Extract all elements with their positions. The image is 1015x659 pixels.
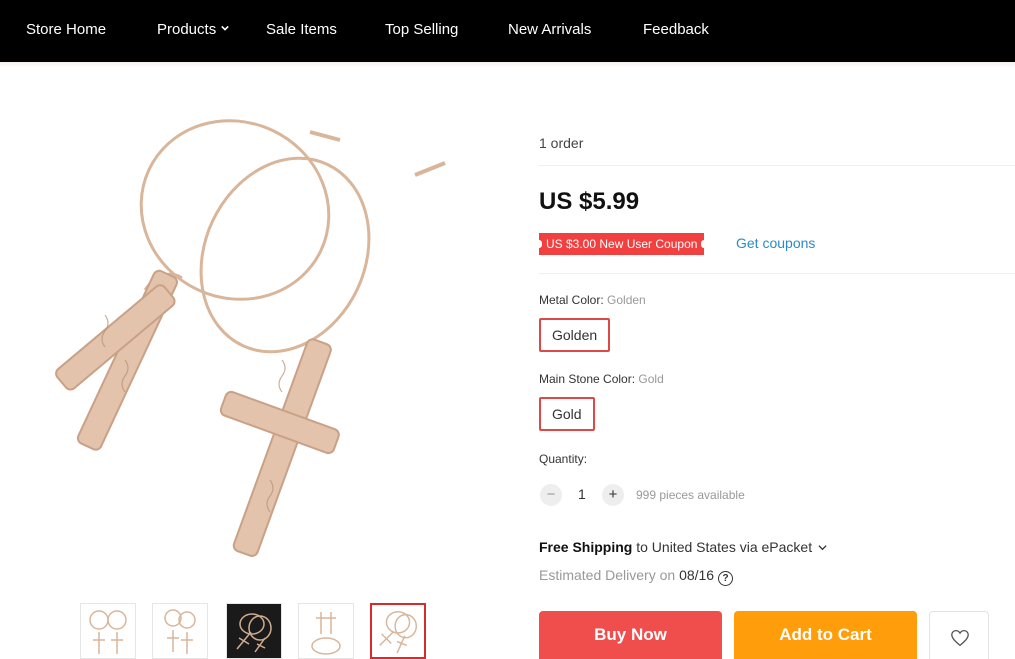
free-shipping-label: Free Shipping	[539, 539, 633, 555]
product-info-panel: 1 order US $5.99 US $3.00 New User Coupo…	[535, 0, 1015, 659]
shipping-info[interactable]: Free Shipping to United States via ePack…	[539, 539, 827, 555]
nav-products-label: Products	[157, 21, 217, 38]
get-coupons-link[interactable]: Get coupons	[736, 235, 815, 251]
delivery-date: 08/16	[679, 567, 715, 583]
wishlist-button[interactable]	[929, 611, 989, 659]
quantity-increase-button[interactable]: +	[602, 484, 624, 506]
main-stone-color-label: Main Stone Color: Gold	[539, 372, 664, 386]
nav-store-home[interactable]: Store Home	[26, 21, 106, 38]
divider	[539, 273, 1015, 274]
question-circle-icon[interactable]: ?	[718, 571, 734, 586]
main-stone-color-label-text: Main Stone Color:	[539, 372, 639, 386]
nav-sale-items[interactable]: Sale Items	[266, 21, 337, 38]
sku-option-gold[interactable]: Gold	[539, 397, 595, 431]
thumbnail-2[interactable]	[152, 603, 208, 659]
nav-top-selling[interactable]: Top Selling	[385, 21, 458, 38]
divider	[539, 165, 1015, 166]
delivery-label: Estimated Delivery on	[539, 567, 680, 583]
new-user-coupon-badge[interactable]: US $3.00 New User Coupon	[535, 233, 708, 255]
quantity-value[interactable]: 1	[578, 486, 586, 502]
estimated-delivery: Estimated Delivery on 08/16?	[539, 567, 734, 586]
chevron-down-icon	[221, 25, 229, 31]
heart-outline-icon	[951, 629, 969, 647]
chevron-down-icon[interactable]	[818, 543, 827, 552]
metal-color-value: Golden	[607, 293, 646, 307]
main-stone-color-value: Gold	[638, 372, 664, 386]
metal-color-label-text: Metal Color:	[539, 293, 608, 307]
thumbnail-1[interactable]	[80, 603, 136, 659]
thumbnail-4[interactable]	[298, 603, 354, 659]
metal-color-label: Metal Color: Golden	[539, 293, 646, 307]
quantity-decrease-button[interactable]: −	[540, 484, 562, 506]
sku-option-golden[interactable]: Golden	[539, 318, 611, 352]
order-count: 1 order	[539, 135, 584, 151]
thumbnail-5-selected[interactable]	[370, 603, 426, 659]
product-price: US $5.99	[539, 188, 640, 215]
product-main-image[interactable]	[30, 100, 480, 570]
buy-now-button[interactable]: Buy Now	[539, 611, 722, 659]
quantity-label: Quantity:	[539, 452, 588, 466]
nav-products[interactable]: Products	[157, 21, 229, 38]
stock-available: 999 pieces available	[636, 488, 745, 502]
shipping-method: to United States via ePacket	[632, 539, 813, 555]
thumbnail-3[interactable]	[226, 603, 282, 659]
add-to-cart-button[interactable]: Add to Cart	[734, 611, 917, 659]
